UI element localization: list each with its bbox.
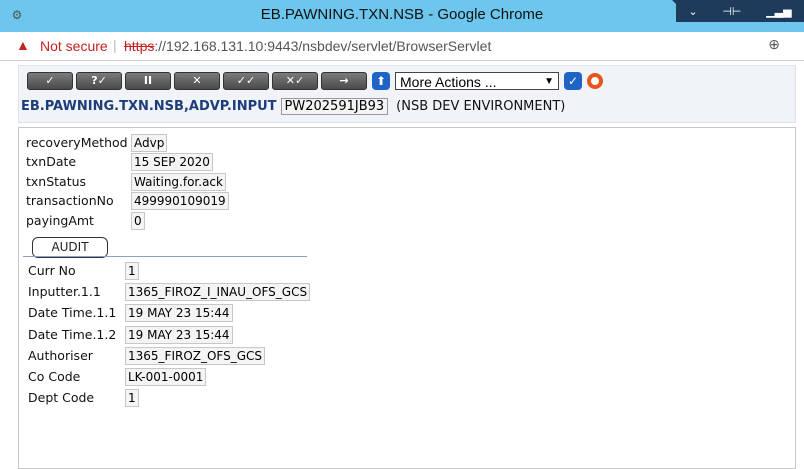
application-area: ✓ ?✓ II ✕ ✓✓ ✕✓ → ⬆ More Actions ... ▼ ✓ …	[0, 61, 804, 469]
record-panel: recoveryMethod Advp txnDate 15 SEP 2020 …	[18, 127, 796, 469]
hold-button[interactable]: II	[125, 72, 171, 90]
authorise-button[interactable]: ✓✓	[223, 72, 269, 90]
audit-value-inputter: 1365_FIROZ_I_INAU_OFS_GCS	[125, 283, 311, 301]
network-icon: ⊣⊢	[722, 4, 742, 18]
field-value-txndate: 15 SEP 2020	[131, 153, 213, 171]
audit-label-authoriser: Authoriser	[28, 348, 93, 363]
record-id-field[interactable]: PW202591JB93	[280, 98, 389, 115]
delete-button[interactable]: ✕	[174, 72, 220, 90]
signal-icon: ▁▃▅	[766, 4, 792, 18]
go-check-icon[interactable]: ✓	[564, 72, 582, 90]
field-value-transactionno: 499990109019	[131, 192, 229, 210]
tab-audit[interactable]: AUDIT	[32, 237, 108, 258]
warning-icon[interactable]: ▲	[16, 37, 32, 53]
url-text[interactable]: https://192.168.131.10:9443/nsbdev/servl…	[124, 38, 491, 54]
audit-label-datetime-2: Date Time.1.2	[28, 327, 117, 342]
field-value-recoverymethod: Advp	[131, 134, 168, 152]
audit-value-datetime-2: 19 MAY 23 15:44	[125, 326, 233, 344]
audit-label-cocode: Co Code	[28, 369, 81, 384]
audit-label-deptcode: Dept Code	[28, 390, 95, 405]
environment-label: (NSB DEV ENVIRONMENT)	[396, 99, 566, 114]
window-controls: ⌄ ⊣⊢ ▁▃▅	[676, 0, 804, 22]
more-actions-label: More Actions ...	[400, 74, 497, 90]
field-value-payingamt: 0	[131, 212, 145, 230]
minimize-icon[interactable]: ⌄	[688, 5, 697, 18]
help-lifebuoy-icon[interactable]	[587, 73, 603, 89]
next-button[interactable]: →	[321, 72, 367, 90]
address-bar[interactable]: ▲ Not secure | https://192.168.131.10:94…	[0, 32, 804, 61]
field-label-txnstatus: txnStatus	[26, 174, 87, 189]
toolbar-button-row: ✓ ?✓ II ✕ ✓✓ ✕✓ → ⬆ More Actions ... ▼ ✓	[27, 72, 603, 90]
field-label-transactionno: transactionNo	[26, 193, 114, 208]
field-value-txnstatus: Waiting.for.ack	[131, 173, 226, 191]
audit-label-inputter: Inputter.1.1	[28, 284, 101, 299]
reverse-button[interactable]: ✕✓	[272, 72, 318, 90]
url-path: ://192.168.131.10:9443/nsbdev/servlet/Br…	[154, 38, 492, 54]
security-label[interactable]: Not secure	[40, 38, 108, 54]
field-label-recoverymethod: recoveryMethod	[26, 135, 128, 150]
audit-divider	[23, 256, 307, 257]
version-line: EB.PAWNING.TXN.NSB,ADVP.INPUT PW202591JB…	[21, 98, 565, 115]
audit-value-currno: 1	[125, 262, 139, 280]
zoom-icon[interactable]: ⊕	[768, 36, 780, 53]
url-scheme: https	[124, 38, 155, 54]
audit-label-currno: Curr No	[28, 263, 76, 278]
upload-icon[interactable]: ⬆	[372, 72, 390, 90]
window-titlebar: ⚙ EB.PAWNING.TXN.NSB - Google Chrome ⌄ ⊣…	[0, 0, 804, 32]
audit-value-cocode: LK-001-0001	[125, 368, 207, 386]
version-name: EB.PAWNING.TXN.NSB,ADVP.INPUT	[21, 99, 277, 114]
audit-label-datetime-1: Date Time.1.1	[28, 305, 117, 320]
validate-button[interactable]: ?✓	[76, 72, 122, 90]
chevron-down-icon: ▼	[544, 76, 554, 87]
address-divider: |	[113, 37, 117, 53]
more-actions-select[interactable]: More Actions ... ▼	[395, 72, 559, 90]
commit-button[interactable]: ✓	[27, 72, 73, 90]
audit-value-deptcode: 1	[125, 389, 139, 407]
command-toolbar: ✓ ?✓ II ✕ ✓✓ ✕✓ → ⬆ More Actions ... ▼ ✓ …	[18, 65, 796, 123]
field-label-txndate: txnDate	[26, 154, 77, 169]
audit-value-authoriser: 1365_FIROZ_OFS_GCS	[125, 347, 266, 365]
field-label-payingamt: payingAmt	[26, 213, 94, 228]
audit-value-datetime-1: 19 MAY 23 15:44	[125, 304, 233, 322]
